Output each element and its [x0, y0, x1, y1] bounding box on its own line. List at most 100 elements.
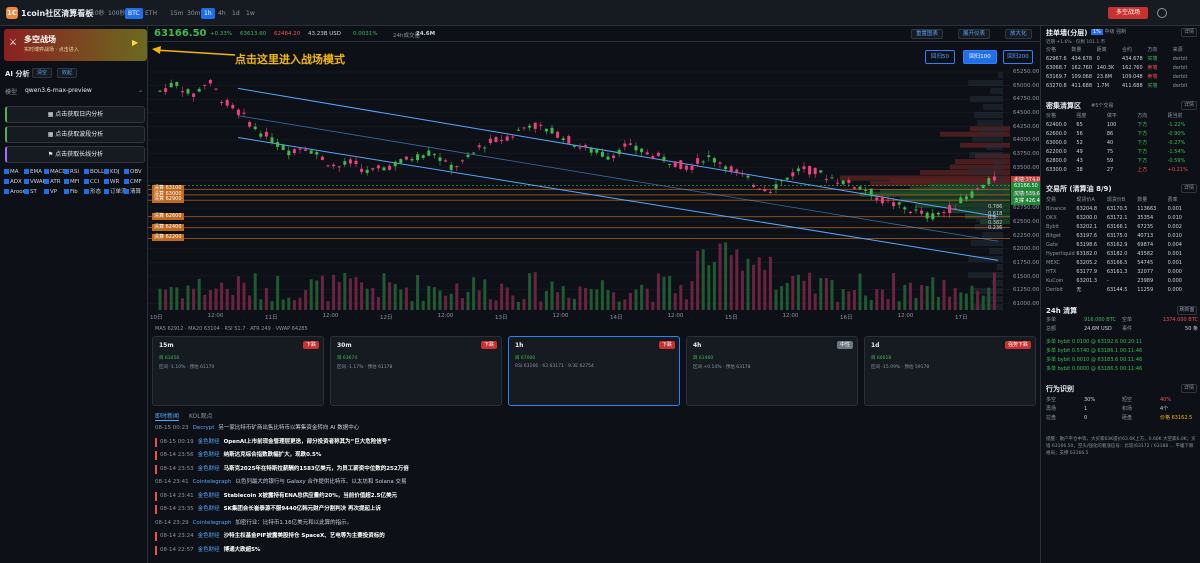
tf-button[interactable]: BTC: [125, 8, 143, 19]
indicator-toggle[interactable]: 清算: [124, 188, 141, 196]
timeframe-card[interactable]: 30m 下跌目 63674 区间 -1.17% · 预估 61178: [330, 336, 502, 406]
news-item[interactable]: 08-14 23:56 金色财经 纳斯达克综合指数跌幅扩大，现跌0.5%: [155, 451, 1035, 460]
checkbox-icon[interactable]: [4, 169, 9, 174]
tf-button[interactable]: ETH: [142, 8, 160, 19]
indicator-toggle[interactable]: Aroon: [4, 188, 26, 196]
checkbox-icon[interactable]: [84, 189, 89, 194]
tab-news[interactable]: 即时新闻: [155, 413, 180, 421]
volume-profile-bar: [989, 248, 1003, 254]
tf-button[interactable]: 4h: [215, 8, 229, 19]
checkbox-icon[interactable]: [44, 169, 49, 174]
volume-bar: [662, 276, 666, 310]
checkbox-icon[interactable]: [44, 189, 49, 194]
indicator-toggle[interactable]: MA: [4, 168, 19, 176]
expand-panel-button[interactable]: 展开仪表: [958, 29, 991, 39]
timeframe-card[interactable]: 1h 下跌目 67000 RSI 63166 · 63 63171 · 9.3E 6…: [508, 336, 680, 406]
exchange-detail-button[interactable]: 详情: [1181, 184, 1197, 193]
checkbox-icon[interactable]: [124, 179, 129, 184]
reset-chart-button[interactable]: 重置图表: [911, 29, 944, 39]
indicator-toggle[interactable]: ST: [24, 188, 37, 196]
indicator-toggle[interactable]: Fib: [64, 188, 78, 196]
price-chart[interactable]: [148, 42, 1040, 322]
volume-bar: [791, 275, 795, 310]
settings-icon[interactable]: [1157, 8, 1167, 18]
news-item[interactable]: 08-14 23:53 金色财经 马斯克2025年在特斯拉薪酬约1583亿美元，为员…: [155, 464, 1035, 474]
news-item[interactable]: 08-14 23:41 金色财经 Stablecoin X披露持有ENA总供应量约2…: [155, 491, 1035, 501]
checkbox-icon[interactable]: [104, 189, 109, 194]
checkbox-icon[interactable]: [84, 179, 89, 184]
checkbox-icon[interactable]: [64, 179, 69, 184]
checkbox-icon[interactable]: [124, 169, 129, 174]
indicator-toggle[interactable]: OBV: [124, 168, 142, 176]
lookback-50-button[interactable]: 回归50: [925, 50, 955, 64]
tab-mid[interactable]: 中级: [1105, 29, 1115, 35]
tab-kol[interactable]: KOL观点: [189, 413, 213, 420]
tf-button[interactable]: 1d: [229, 8, 243, 19]
liq-detail-button[interactable]: 详情: [1181, 101, 1197, 110]
tab-force[interactable]: 强制: [1116, 29, 1126, 35]
checkbox-icon[interactable]: [84, 169, 89, 174]
checkbox-icon[interactable]: [4, 179, 9, 184]
timeframe-card[interactable]: 1d 强势下跌目 60018 区间 -15.09% · 预估 59178: [864, 336, 1036, 406]
timeframe-card[interactable]: 15m 下跌目 63450 区间 -1.10% · 预估 61170: [152, 336, 324, 406]
battle-entry-card[interactable]: ⚔ 多空战场 实时博弈战场 · 点击进入 ▶: [4, 29, 147, 61]
indicator-toggle[interactable]: CCI: [84, 178, 99, 186]
volume-bar: [343, 272, 347, 310]
indicator-toggle[interactable]: KDJ: [104, 168, 119, 176]
news-item[interactable]: 08-14 23:29 Cointelegraph 加密行业：比特币1.16亿美元和…: [155, 519, 1035, 528]
table-cell: -: [1106, 278, 1109, 284]
liq24-refresh-button[interactable]: 刷新面: [1177, 306, 1197, 315]
volume: 43.23B USD: [308, 31, 342, 37]
behavior-detail-button[interactable]: 详情: [1181, 384, 1197, 393]
checkbox-icon[interactable]: [24, 179, 29, 184]
news-item[interactable]: 08-14 23:35 金色财经 SK集团会长崔泰源不服9440亿韩元财产分割判决 …: [155, 505, 1035, 514]
indicator-toggle[interactable]: 形态: [84, 188, 101, 196]
news-item[interactable]: 08-14 23:24 金色财经 沙特主权基金PIF披露美股持仓 SpaceX、艺电…: [155, 532, 1035, 541]
clear-button[interactable]: 清空: [32, 68, 52, 78]
news-item[interactable]: 08-14 23:41 Cointelegraph 以色列最大的银行与 Galaxy…: [155, 478, 1035, 487]
swing-analysis-button[interactable]: ▦ 点击获取波段分析: [5, 126, 145, 143]
indicator-toggle[interactable]: MFI: [64, 178, 80, 186]
collapse-button[interactable]: 收起: [57, 68, 77, 78]
indicator-toggle[interactable]: VP: [44, 188, 57, 196]
tf-button[interactable]: 1h: [201, 8, 215, 19]
model-select[interactable]: 模型 qwen3.6-max-preview ⌄: [5, 87, 145, 97]
checkbox-icon[interactable]: [124, 189, 129, 194]
indicator-toggle[interactable]: ADX: [4, 178, 22, 186]
detail-button[interactable]: 详情: [1181, 28, 1197, 37]
timeframe-card[interactable]: 4h 中性目 61460 区间 +0.14% · 预估 63178: [686, 336, 858, 406]
lookback-200-button[interactable]: 回归200: [1003, 50, 1033, 64]
indicator-toggle[interactable]: RSI: [64, 168, 79, 176]
volume-bar: [360, 282, 364, 310]
news-item[interactable]: 08-15 00:23 Decrypt 另一家比特币矿商出售比特币以筹集资金转向 A…: [155, 424, 1035, 433]
fullscreen-button[interactable]: 放大化: [1005, 29, 1032, 39]
checkbox-icon[interactable]: [4, 189, 9, 194]
intraday-analysis-button[interactable]: ▦ 点击获取日内分析: [5, 106, 145, 123]
volume-profile-bar: [986, 144, 1003, 150]
checkbox-icon[interactable]: [44, 179, 49, 184]
indicator-toggle[interactable]: BOLL: [84, 168, 104, 176]
table-cell: 35354: [1137, 215, 1154, 221]
checkbox-icon[interactable]: [64, 169, 69, 174]
x-axis-tick: 10日: [150, 315, 163, 321]
volume-bar: [522, 299, 526, 310]
indicator-toggle[interactable]: EMA: [24, 168, 42, 176]
indicator-toggle[interactable]: ATR: [44, 178, 61, 186]
longterm-analysis-button[interactable]: ⚑ 点击获取长线分析: [5, 146, 145, 163]
battle-mode-button[interactable]: 多空战场: [1108, 7, 1148, 19]
tab-1pct[interactable]: 1%: [1091, 29, 1103, 35]
checkbox-icon[interactable]: [24, 169, 29, 174]
checkbox-icon[interactable]: [104, 179, 109, 184]
volume-bar: [584, 288, 588, 310]
indicator-toggle[interactable]: VWAP: [24, 178, 46, 186]
checkbox-icon[interactable]: [64, 189, 69, 194]
indicator-toggle[interactable]: CMF: [124, 178, 142, 186]
news-item[interactable]: 08-14 22:57 金色财经 博通大跌超5%: [155, 545, 1035, 555]
news-item[interactable]: 08-15 00:19 金色财经 OpenAI上市前现金管理层更迭，部分投资者称其为…: [155, 437, 1035, 447]
checkbox-icon[interactable]: [24, 189, 29, 194]
checkbox-icon[interactable]: [104, 169, 109, 174]
tf-button[interactable]: 1w: [243, 8, 258, 19]
indicator-toggle[interactable]: WR: [104, 178, 119, 186]
volume-bar: [421, 301, 425, 310]
lookback-100-button[interactable]: 回归100: [963, 50, 997, 64]
